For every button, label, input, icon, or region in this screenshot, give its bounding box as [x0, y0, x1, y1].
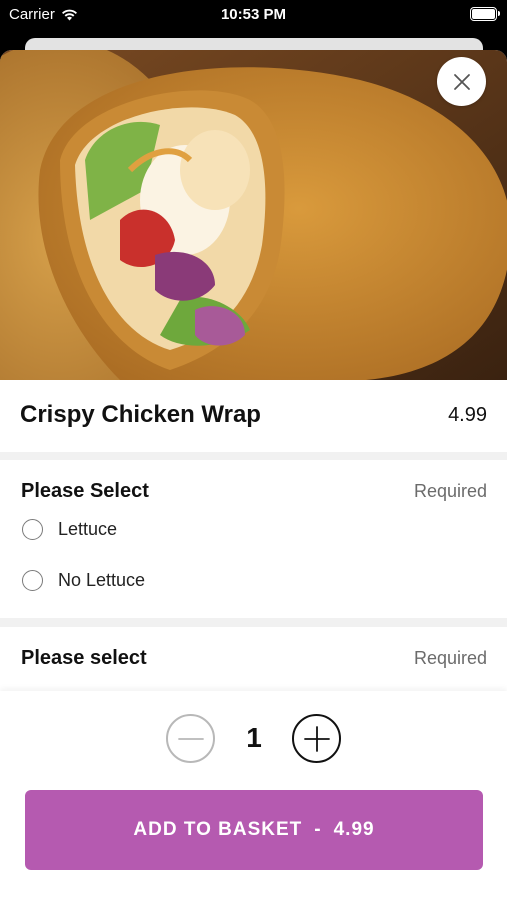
option-no-lettuce[interactable]: No Lettuce [22, 570, 145, 591]
battery-icon [470, 7, 500, 21]
wrap-photo [0, 50, 507, 380]
radio-button[interactable] [22, 570, 43, 591]
product-image [0, 50, 507, 380]
add-to-basket-separator: - [314, 819, 322, 840]
plus-icon [303, 725, 330, 752]
required-badge: Required [413, 648, 487, 668]
add-to-basket-price: 4.99 [333, 819, 375, 840]
status-bar: Carrier 10:53 PM [0, 0, 507, 32]
product-header: Crispy Chicken Wrap 4.99 [0, 380, 507, 452]
close-icon [453, 73, 470, 90]
option-label: No Lettuce [58, 570, 146, 590]
add-to-basket-button[interactable]: ADD TO BASKET - 4.99 [25, 790, 483, 870]
product-price: 4.99 [448, 404, 487, 426]
status-time: 10:53 PM [220, 6, 287, 23]
product-name: Crispy Chicken Wrap [20, 401, 261, 428]
minus-icon [177, 737, 204, 740]
add-to-basket-label: ADD TO BASKET [133, 819, 303, 840]
increase-quantity-button[interactable] [292, 714, 341, 763]
quantity-value: 1 [246, 722, 262, 753]
option-group-heading: Please select [21, 647, 147, 669]
radio-button[interactable] [22, 519, 43, 540]
option-lettuce[interactable]: Lettuce [22, 519, 117, 540]
option-group-1: Please Select Required Lettuce No Lettuc… [0, 460, 507, 618]
required-badge: Required [413, 481, 487, 501]
product-sheet: Crispy Chicken Wrap 4.99 Please Select R… [0, 50, 507, 900]
option-group-2: Please select Required [0, 627, 507, 697]
close-button[interactable] [437, 57, 486, 106]
decrease-quantity-button[interactable] [166, 714, 215, 763]
option-label: Lettuce [58, 519, 118, 539]
option-group-heading: Please Select [21, 480, 149, 502]
bottom-action-panel: 1 ADD TO BASKET - 4.99 [0, 691, 507, 900]
